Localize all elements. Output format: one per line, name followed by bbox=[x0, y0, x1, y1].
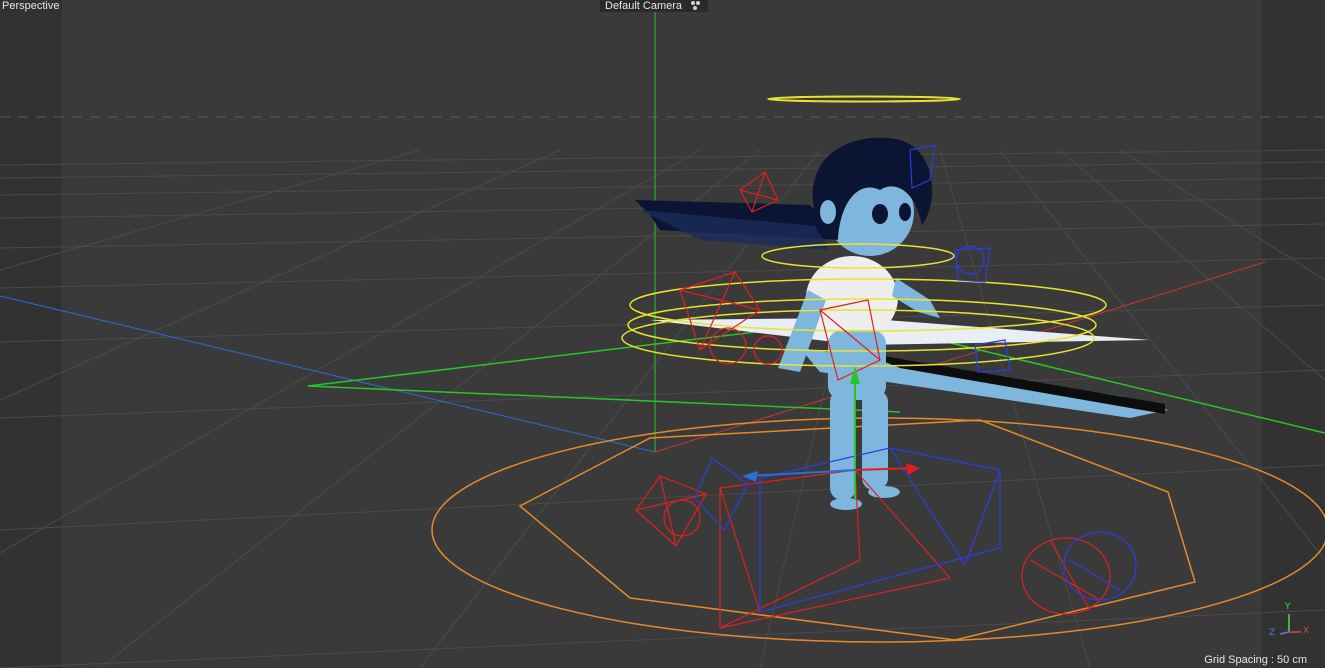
ground-octagon-controller[interactable] bbox=[518, 419, 1196, 641]
camera-name[interactable]: Default Camera bbox=[605, 0, 682, 12]
axis-x-label: X bbox=[1303, 626, 1310, 636]
3d-viewport[interactable]: Perspective Default Camera Y X Z Grid Sp… bbox=[0, 0, 1325, 668]
eye-left bbox=[872, 204, 888, 224]
foot-right bbox=[868, 486, 900, 498]
move-gizmo-z-arrow[interactable] bbox=[742, 471, 758, 482]
axis-z-label: Z bbox=[1269, 628, 1276, 638]
move-gizmo-x-arrow[interactable] bbox=[906, 463, 920, 475]
safe-frame-left bbox=[0, 0, 62, 668]
camera-menu[interactable]: Default Camera bbox=[600, 0, 709, 12]
green-spline-edge bbox=[307, 385, 901, 413]
leg-left bbox=[830, 390, 856, 500]
axis-orientation-gizmo: Y X Z bbox=[1267, 602, 1311, 644]
ear bbox=[820, 200, 836, 224]
leg-right bbox=[862, 390, 888, 490]
viewport-view-name[interactable]: Perspective bbox=[2, 0, 59, 12]
camera-rig-icon[interactable] bbox=[690, 1, 702, 11]
world-z-axis bbox=[0, 295, 656, 453]
grid-spacing-readout: Grid Spacing : 50 cm bbox=[1204, 654, 1307, 666]
eye-right bbox=[899, 203, 911, 221]
axis-y-label: Y bbox=[1285, 602, 1291, 612]
top-ring-controller[interactable] bbox=[767, 95, 961, 103]
scene-canvas[interactable] bbox=[0, 0, 1325, 668]
